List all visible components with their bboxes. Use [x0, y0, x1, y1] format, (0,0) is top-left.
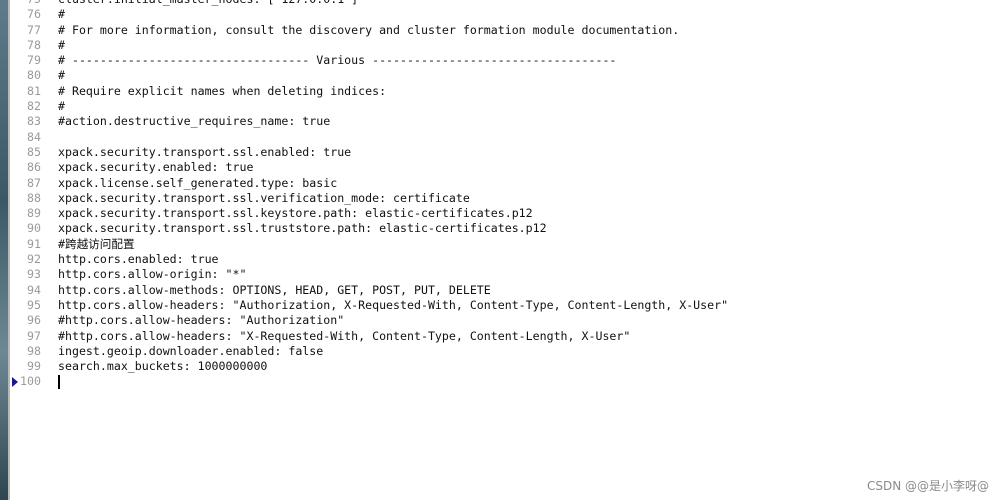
line-number: 93	[27, 267, 41, 282]
line-number: 81	[27, 83, 41, 98]
line-number: 79	[27, 53, 41, 68]
code-line[interactable]: 82 #	[10, 99, 999, 114]
code-line[interactable]: 96 #http.cors.allow-headers: "Authorizati…	[10, 313, 999, 328]
line-number: 91	[27, 236, 41, 251]
code-line[interactable]: 86 xpack.security.enabled: true	[10, 160, 999, 175]
line-text: xpack.security.transport.ssl.truststore.…	[58, 221, 547, 236]
code-line[interactable]: 99 search.max_buckets: 1000000000	[10, 359, 999, 374]
line-number: 100	[20, 374, 41, 389]
line-text: #	[58, 99, 65, 114]
line-number: 83	[27, 114, 41, 129]
text-caret	[58, 375, 60, 390]
code-line[interactable]: 91 #跨越访问配置	[10, 237, 999, 252]
line-text: xpack.security.transport.ssl.enabled: tr…	[58, 144, 352, 159]
line-text: #	[58, 37, 65, 52]
line-number: 90	[27, 221, 41, 236]
line-number: 78	[27, 37, 41, 52]
line-text: http.cors.enabled: true	[58, 252, 219, 267]
code-line[interactable]: 83 #action.destructive_requires_name: tru…	[10, 114, 999, 129]
code-line[interactable]: 85 xpack.security.transport.ssl.enabled: …	[10, 145, 999, 160]
line-number: 82	[27, 99, 41, 114]
line-text: # For more information, consult the disc…	[58, 22, 680, 37]
code-line[interactable]: 77 # For more information, consult the di…	[10, 23, 999, 38]
line-number: 94	[27, 282, 41, 297]
line-number: 99	[27, 359, 41, 374]
code-line[interactable]: 92 http.cors.enabled: true	[10, 252, 999, 267]
code-line[interactable]: 100	[10, 374, 999, 390]
line-text: xpack.security.enabled: true	[58, 160, 254, 175]
line-number: 86	[27, 160, 41, 175]
watermark: CSDN @@是小李呀@	[866, 479, 989, 493]
line-text: #	[58, 68, 65, 83]
line-text: xpack.license.self_generated.type: basic	[58, 175, 338, 190]
line-text: http.cors.allow-headers: "Authorization,…	[58, 297, 729, 312]
desktop-background-strip	[0, 0, 8, 500]
code-line[interactable]: 76 #	[10, 7, 999, 22]
code-line[interactable]: 93 http.cors.allow-origin: "*"	[10, 267, 999, 282]
line-text: #action.destructive_requires_name: true	[58, 114, 331, 129]
code-editor[interactable]: 75 cluster.initial_master_nodes: ["127.0.…	[10, 0, 999, 390]
line-text: xpack.security.transport.ssl.keystore.pa…	[58, 206, 533, 221]
code-line[interactable]: 78 #	[10, 38, 999, 53]
line-text: # Require explicit names when deleting i…	[58, 83, 387, 98]
line-number: 98	[27, 343, 41, 358]
line-number: 92	[27, 252, 41, 267]
code-line[interactable]: 81 # Require explicit names when deleting…	[10, 84, 999, 99]
line-number: 87	[27, 175, 41, 190]
code-line[interactable]: 90 xpack.security.transport.ssl.truststor…	[10, 221, 999, 236]
code-line[interactable]: 75 cluster.initial_master_nodes: ["127.0.…	[10, 0, 999, 7]
line-text: http.cors.allow-origin: "*"	[58, 267, 247, 282]
line-number: 97	[27, 328, 41, 343]
code-line[interactable]: 79 # ---------------------------------- V…	[10, 53, 999, 68]
line-number: 89	[27, 206, 41, 221]
line-text: #http.cors.allow-headers: "Authorization…	[58, 313, 345, 328]
line-number: 95	[27, 297, 41, 312]
line-text: search.max_buckets: 1000000000	[58, 359, 268, 374]
line-text: # ---------------------------------- Var…	[58, 53, 617, 68]
line-number: 77	[27, 22, 41, 37]
line-text: http.cors.allow-methods: OPTIONS, HEAD, …	[58, 282, 491, 297]
line-number: 85	[27, 144, 41, 159]
line-text: cluster.initial_master_nodes: ["127.0.0.…	[58, 0, 358, 7]
code-line[interactable]: 80 #	[10, 68, 999, 83]
line-text: #http.cors.allow-headers: "X-Requested-W…	[58, 328, 631, 343]
code-line[interactable]: 98 ingest.geoip.downloader.enabled: false	[10, 344, 999, 359]
code-line[interactable]: 95 http.cors.allow-headers: "Authorizatio…	[10, 298, 999, 313]
line-text: xpack.security.transport.ssl.verificatio…	[58, 190, 470, 205]
code-line[interactable]: 88 xpack.security.transport.ssl.verificat…	[10, 191, 999, 206]
code-line[interactable]: 94 http.cors.allow-methods: OPTIONS, HEAD…	[10, 283, 999, 298]
line-text: ingest.geoip.downloader.enabled: false	[58, 343, 324, 358]
code-line[interactable]: 97 #http.cors.allow-headers: "X-Requested…	[10, 329, 999, 344]
line-text: #跨越访问配置	[58, 236, 135, 251]
line-number: 88	[27, 190, 41, 205]
code-line[interactable]: 84	[10, 130, 999, 145]
line-number: 80	[27, 68, 41, 83]
code-line[interactable]: 89 xpack.security.transport.ssl.keystore.…	[10, 206, 999, 221]
code-line[interactable]: 87 xpack.license.self_generated.type: bas…	[10, 176, 999, 191]
line-number: 84	[27, 129, 41, 144]
line-number: 96	[27, 313, 41, 328]
line-text: #	[58, 7, 65, 22]
line-number: 75	[10, 0, 41, 7]
line-number: 76	[27, 7, 41, 22]
